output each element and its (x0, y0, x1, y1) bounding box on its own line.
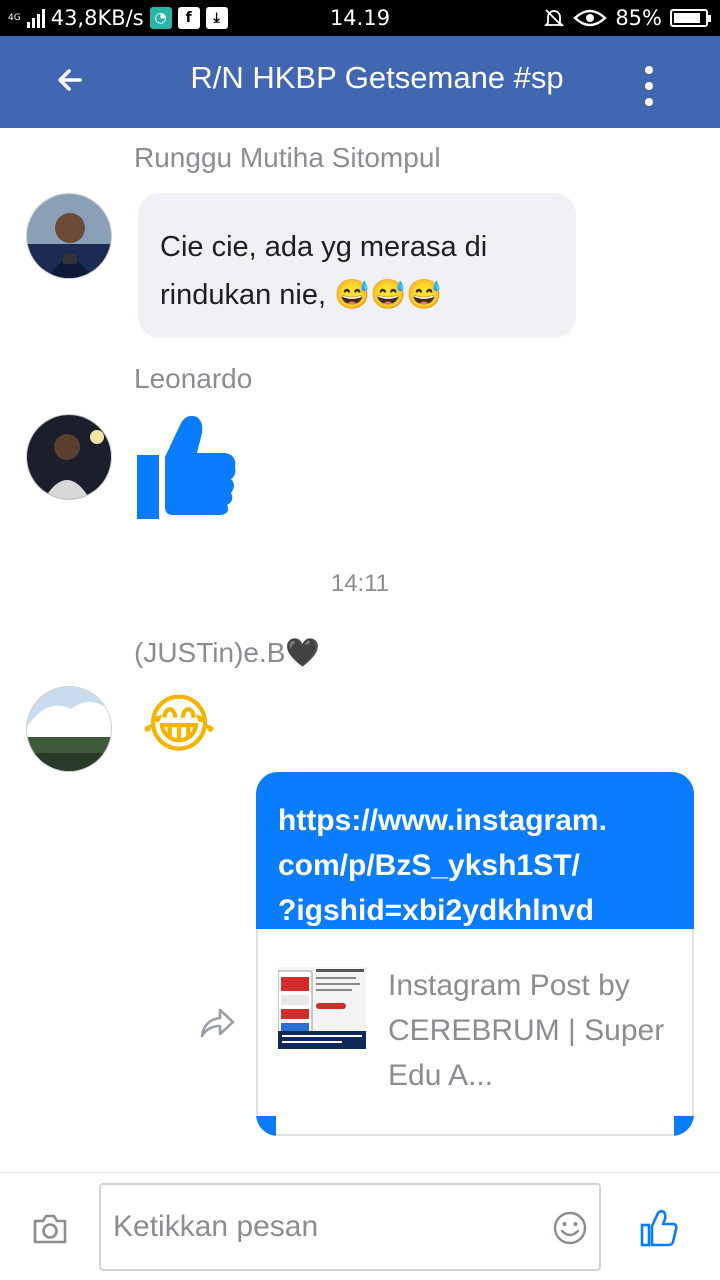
eye-icon (573, 9, 608, 27)
smiley-icon[interactable] (553, 1211, 587, 1245)
battery-percent: 85% (615, 6, 662, 30)
link-line: https://www.instagram. (278, 804, 607, 837)
avatar[interactable] (26, 686, 112, 772)
link-preview[interactable]: Instagram Post by CEREBRUM | Super Edu A… (256, 929, 694, 1136)
preview-title: Instagram Post by CEREBRUM | Super Edu A… (388, 969, 665, 1092)
share-icon[interactable] (198, 1004, 236, 1042)
sender-name: Runggu Mutiha Sitompul (134, 142, 441, 173)
like-send-icon[interactable] (640, 1209, 678, 1247)
message-input-box[interactable] (99, 1183, 601, 1271)
emoji-message[interactable]: 😂 (136, 682, 222, 768)
chat-title[interactable]: R/N HKBP Getsemane #sp (0, 60, 720, 96)
link-line: com/p/BzS_yksh1ST/ (278, 849, 580, 882)
mute-bell-icon (544, 9, 565, 27)
message-input[interactable] (113, 1201, 533, 1253)
link-line: ?igshid=xbi2ydkhlnvd (278, 894, 594, 927)
battery-icon (670, 9, 711, 27)
link-message[interactable]: https://www.instagram. com/p/BzS_yksh1ST… (256, 772, 694, 1136)
status-bar: 4G 43,8KB/s ◔ f ⤓ 14.19 85% (0, 0, 720, 36)
link-text[interactable]: https://www.instagram. com/p/BzS_yksh1ST… (256, 772, 694, 929)
avatar[interactable] (26, 193, 112, 279)
message-bubble[interactable]: Cie cie, ada yg merasa di rindukan nie, … (138, 193, 576, 338)
bubble-corner (674, 1116, 694, 1136)
timestamp: 14:11 (330, 570, 390, 597)
camera-icon[interactable] (32, 1213, 68, 1245)
sender-name: Leonardo (134, 363, 253, 394)
status-right: 85% (543, 0, 711, 36)
avatar[interactable] (26, 414, 112, 500)
more-vert-icon[interactable] (636, 66, 662, 106)
sender-name: (JUSTin)e.B🖤 (134, 637, 321, 668)
chat-header: R/N HKBP Getsemane #sp (0, 36, 720, 128)
composer-bar (0, 1172, 720, 1280)
thumbs-up-icon[interactable] (137, 413, 237, 519)
preview-thumbnail (277, 967, 366, 1049)
bubble-corner (256, 1116, 276, 1136)
